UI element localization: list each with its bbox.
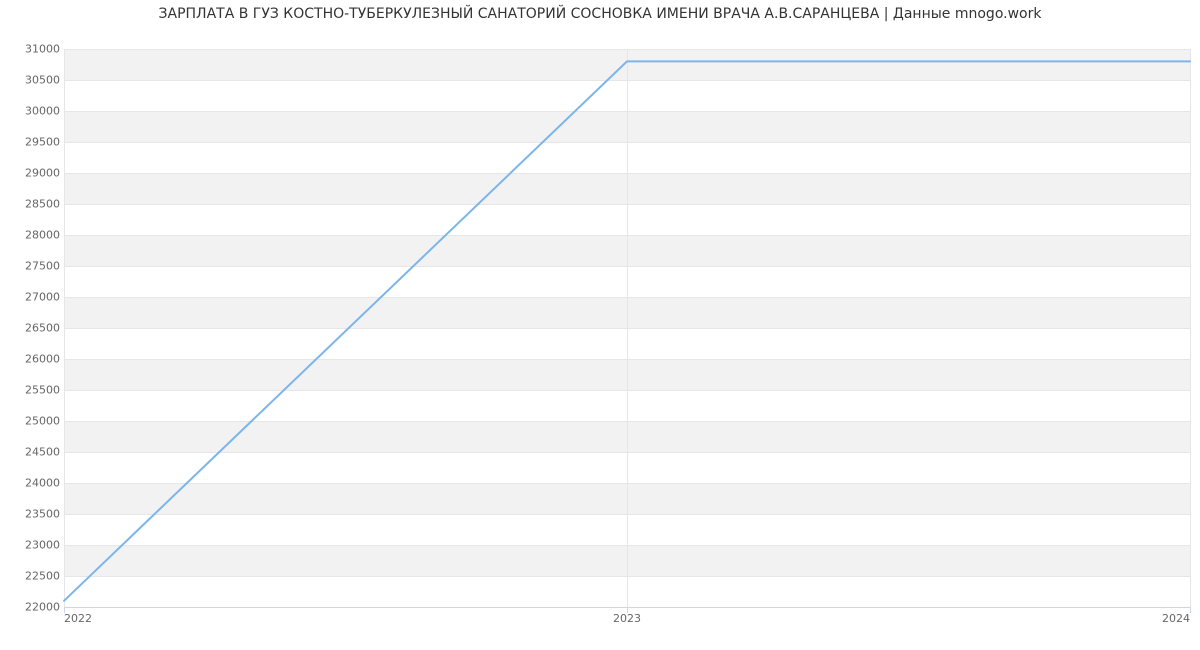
x-tick-label: 2023 <box>613 612 641 625</box>
series-line-salary <box>64 61 1190 600</box>
y-tick-label: 23500 <box>4 508 60 521</box>
y-tick-label: 25000 <box>4 415 60 428</box>
salary-line-chart: ЗАРПЛАТА В ГУЗ КОСТНО-ТУБЕРКУЛЕЗНЫЙ САНА… <box>0 0 1200 650</box>
x-tick-label: 2024 <box>1162 612 1190 625</box>
y-tick-label: 30500 <box>4 74 60 87</box>
line-layer <box>64 49 1190 607</box>
x-tick-mark <box>1190 607 1191 613</box>
y-tick-label: 28500 <box>4 198 60 211</box>
y-tick-label: 26000 <box>4 353 60 366</box>
y-tick-label: 27000 <box>4 291 60 304</box>
y-tick-label: 31000 <box>4 43 60 56</box>
y-tick-label: 26500 <box>4 322 60 335</box>
chart-title: ЗАРПЛАТА В ГУЗ КОСТНО-ТУБЕРКУЛЕЗНЫЙ САНА… <box>0 6 1200 22</box>
y-tick-label: 28000 <box>4 229 60 242</box>
y-tick-label: 30000 <box>4 105 60 118</box>
y-tick-label: 23000 <box>4 539 60 552</box>
y-tick-label: 29000 <box>4 167 60 180</box>
y-tick-label: 24500 <box>4 446 60 459</box>
y-tick-label: 25500 <box>4 384 60 397</box>
y-tick-label: 27500 <box>4 260 60 273</box>
y-tick-label: 29500 <box>4 136 60 149</box>
y-tick-label: 22500 <box>4 570 60 583</box>
x-gridline <box>1190 49 1191 607</box>
y-tick-label: 24000 <box>4 477 60 490</box>
y-tick-label: 22000 <box>4 601 60 614</box>
x-tick-label: 2022 <box>64 612 92 625</box>
